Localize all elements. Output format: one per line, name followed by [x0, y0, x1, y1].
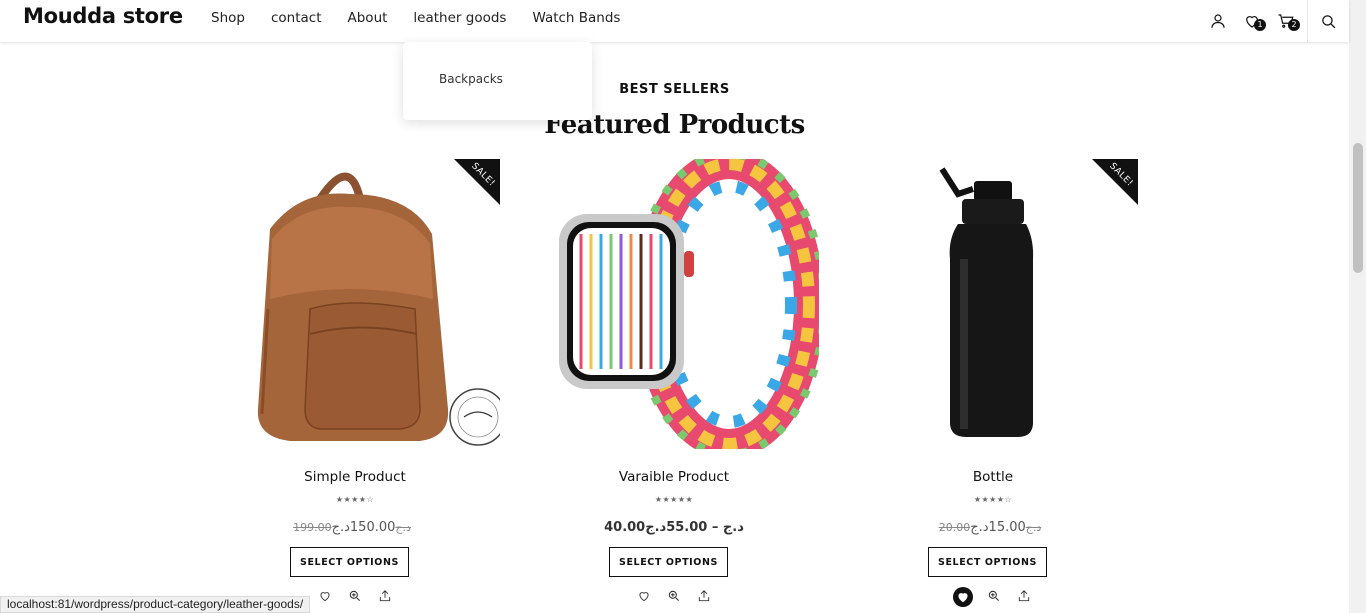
price-range: 40.00د.ج – 55.00د.ج	[604, 520, 744, 535]
dropdown-item-backpacks[interactable]: Backpacks	[439, 72, 503, 86]
quick-view-zoom-icon[interactable]	[346, 587, 364, 605]
cart-count-badge: 2	[1288, 19, 1300, 31]
nav-about[interactable]: About	[348, 10, 388, 26]
product-actions	[848, 587, 1138, 607]
product-card: SALE! Simple Product ★★★★☆ 199.00د.ج150.…	[210, 159, 500, 613]
select-options-button[interactable]: SELECT OPTIONS	[609, 547, 728, 577]
product-actions	[529, 587, 819, 605]
sale-badge: SALE!	[454, 159, 500, 205]
product-name[interactable]: Bottle	[848, 469, 1138, 485]
wishlist-count-badge: 1	[1254, 19, 1266, 31]
sale-price: 150.00د.ج	[331, 520, 396, 535]
product-image-backpack[interactable]: SALE!	[210, 159, 500, 449]
product-price: 199.00د.ج150.00د.ج	[210, 520, 500, 535]
nav-contact[interactable]: contact	[271, 10, 322, 26]
product-image-watch-band[interactable]	[529, 159, 819, 449]
product-card: SALE! Bottle ★★★★☆ 20.00د.ج15.00د.ج SELE…	[848, 159, 1138, 613]
header-icons: 1 2	[1201, 0, 1349, 42]
product-price: 20.00د.ج15.00د.ج	[848, 520, 1138, 535]
nav-shop[interactable]: Shop	[211, 10, 245, 26]
cart-icon[interactable]: 2	[1269, 0, 1303, 42]
product-card: Varaible Product ★★★★★ 40.00د.ج – 55.00د…	[529, 159, 819, 613]
share-icon[interactable]	[1015, 587, 1033, 605]
product-rating: ★★★★☆	[973, 495, 1013, 504]
product-name[interactable]: Simple Product	[210, 469, 500, 485]
sale-price: 15.00د.ج	[970, 520, 1026, 535]
wishlist-heart-icon[interactable]	[316, 587, 334, 605]
site-header: Moudda store Shop contact About leather …	[0, 0, 1349, 42]
section-title: Featured Products	[544, 110, 805, 140]
account-icon[interactable]	[1201, 0, 1235, 42]
wishlist-icon[interactable]: 1	[1235, 0, 1269, 42]
sale-badge: SALE!	[1092, 159, 1138, 205]
section-eyebrow: BEST SELLERS	[619, 82, 730, 97]
nav-leather-goods[interactable]: leather goods	[413, 10, 506, 26]
share-icon[interactable]	[376, 587, 394, 605]
share-icon[interactable]	[695, 587, 713, 605]
product-rating: ★★★★★	[654, 495, 694, 504]
wishlist-heart-icon[interactable]	[953, 587, 973, 607]
product-name[interactable]: Varaible Product	[529, 469, 819, 485]
page-scrollbar[interactable]	[1349, 0, 1366, 613]
browser-status-url: localhost:81/wordpress/product-category/…	[0, 596, 311, 613]
nav-watch-bands[interactable]: Watch Bands	[532, 10, 620, 26]
main-nav: Shop contact About leather goods Watch B…	[211, 10, 646, 26]
quick-view-zoom-icon[interactable]	[665, 587, 683, 605]
search-button[interactable]	[1307, 0, 1349, 42]
quick-view-zoom-icon[interactable]	[985, 587, 1003, 605]
wishlist-heart-icon[interactable]	[635, 587, 653, 605]
product-image-bottle[interactable]: SALE!	[848, 159, 1138, 449]
leather-goods-dropdown: Backpacks	[403, 42, 592, 120]
scrollbar-thumb[interactable]	[1353, 143, 1363, 273]
search-icon	[1322, 14, 1336, 28]
product-rating: ★★★★☆	[335, 495, 375, 504]
site-logo[interactable]: Moudda store	[23, 4, 183, 28]
select-options-button[interactable]: SELECT OPTIONS	[290, 547, 409, 577]
product-price: 40.00د.ج – 55.00د.ج	[529, 520, 819, 535]
select-options-button[interactable]: SELECT OPTIONS	[928, 547, 1047, 577]
